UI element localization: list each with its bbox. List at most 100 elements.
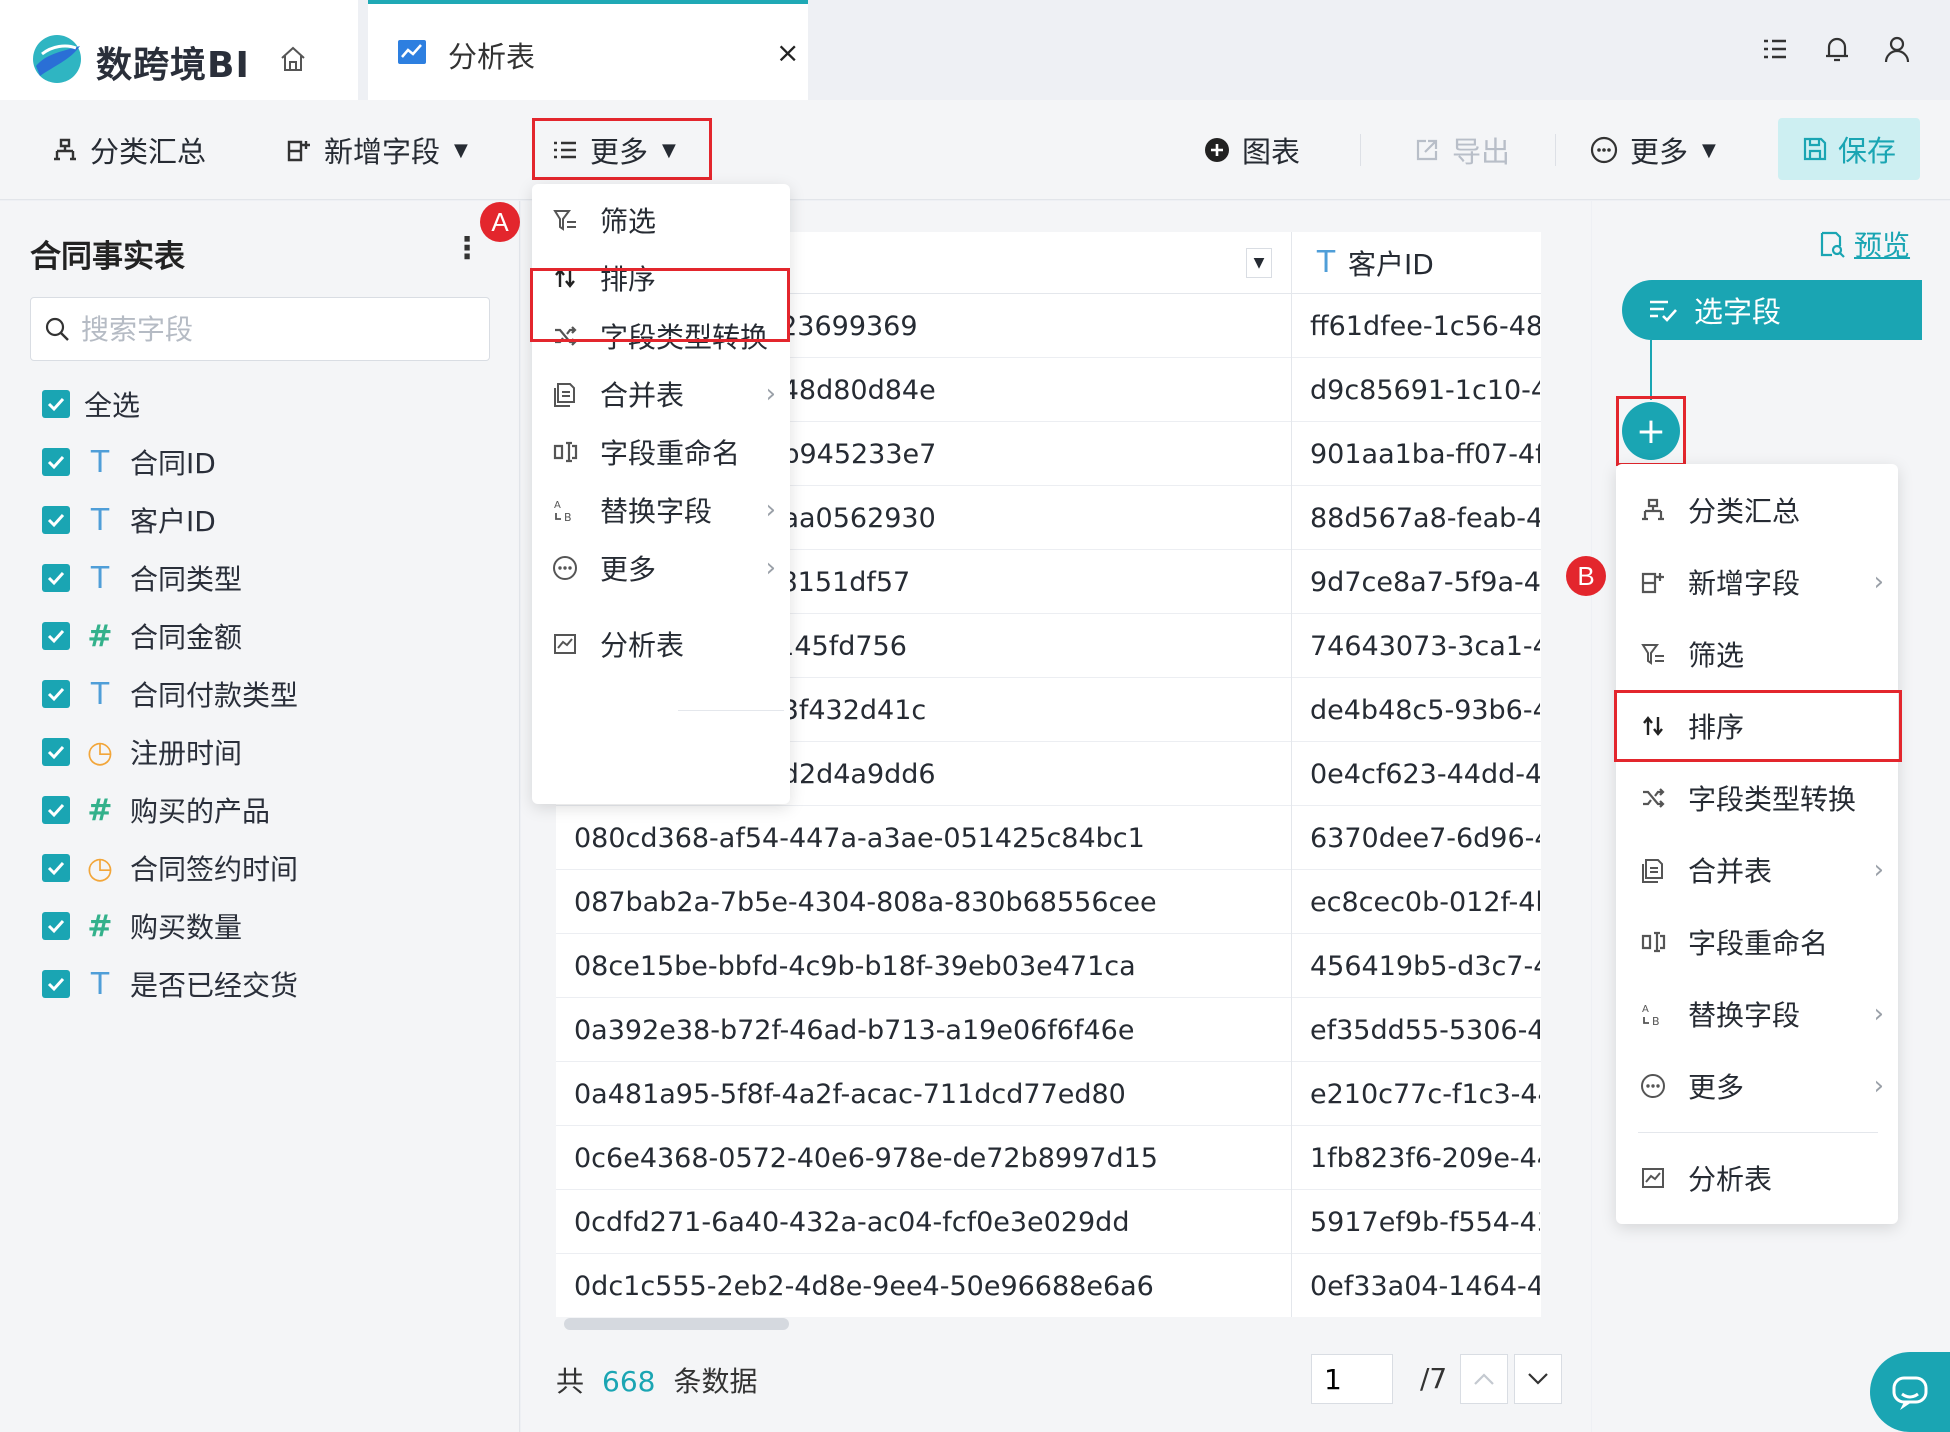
checkbox-checked-icon[interactable]: [42, 854, 70, 882]
page-input[interactable]: [1311, 1354, 1393, 1404]
field-label: 合同金额: [130, 621, 243, 654]
menu-item[interactable]: 分析表: [550, 614, 790, 674]
menu-item[interactable]: 排序: [550, 248, 790, 308]
text-type-icon: T: [1316, 245, 1336, 280]
list-menu-icon: [554, 141, 576, 159]
table-row[interactable]: 080cd368-af54-447a-a3ae-051425c84bc1 6370…: [556, 806, 1541, 870]
field-search[interactable]: [30, 297, 490, 361]
preview-label: 预览: [1854, 229, 1911, 262]
checkbox-checked-icon[interactable]: [42, 390, 70, 418]
table-row[interactable]: 0cdfd271-6a40-432a-ac04-fcf0e3e029dd 5917…: [556, 1190, 1541, 1254]
menu-item-label: 替换字段: [1688, 999, 1801, 1032]
bell-icon[interactable]: [1820, 32, 1854, 66]
checkbox-checked-icon[interactable]: [42, 912, 70, 940]
cell-customer-id: 0e4cf623-44dd-47: [1310, 758, 1540, 790]
checkbox-checked-icon[interactable]: [42, 680, 70, 708]
group-summary-button[interactable]: 分类汇总: [52, 122, 206, 178]
field-item[interactable]: ◷ 注册时间: [42, 732, 242, 772]
menu-item-label: 字段类型转换: [600, 321, 769, 354]
table-row[interactable]: 0dc1c555-2eb2-4d8e-9ee4-50e96688e6a6 0ef3…: [556, 1254, 1541, 1317]
save-label: 保存: [1837, 134, 1896, 168]
menu-divider: [1638, 1132, 1878, 1133]
replace-field-icon: AB: [1642, 1004, 1660, 1027]
menu-item[interactable]: 新增字段 ›: [1638, 552, 1898, 612]
checkbox-checked-icon[interactable]: [42, 448, 70, 476]
field-item[interactable]: T 客户ID: [42, 500, 216, 540]
field-label: 合同签约时间: [130, 853, 299, 886]
field-label: 客户ID: [130, 505, 216, 538]
sort-icon: [1643, 716, 1663, 736]
sort-icon: [555, 268, 575, 288]
field-item[interactable]: # 购买的产品: [42, 790, 270, 830]
checkbox-checked-icon[interactable]: [42, 564, 70, 592]
menu-item[interactable]: 筛选: [550, 190, 790, 250]
user-icon[interactable]: [1880, 32, 1914, 66]
more-button-left[interactable]: 更多 ▼: [552, 122, 676, 178]
tab-analysis-sheet[interactable]: 分析表 ×: [368, 0, 808, 100]
home-icon[interactable]: [278, 44, 308, 74]
table-row[interactable]: 0a481a95-5f8f-4a2f-acac-711dcd77ed80 e210…: [556, 1062, 1541, 1126]
cell-contract-id: 080cd368-af54-447a-a3ae-051425c84bc1: [574, 822, 1145, 854]
field-item[interactable]: T 是否已经交货: [42, 964, 298, 1004]
field-item[interactable]: T 合同类型: [42, 558, 242, 598]
next-page-button[interactable]: [1514, 1354, 1562, 1404]
prev-page-button[interactable]: [1460, 1354, 1508, 1404]
menu-item[interactable]: 字段重命名: [1638, 912, 1898, 972]
add-step-button[interactable]: +: [1622, 402, 1680, 460]
horizontal-scrollbar[interactable]: [564, 1318, 789, 1330]
menu-item[interactable]: 排序: [1638, 696, 1898, 756]
select-field-node[interactable]: 选字段: [1622, 280, 1922, 340]
checkbox-checked-icon[interactable]: [42, 796, 70, 824]
chevron-right-icon: ›: [765, 495, 776, 525]
column-divider: [1291, 232, 1292, 1317]
field-item[interactable]: ◷ 合同签约时间: [42, 848, 298, 888]
menu-item[interactable]: 更多 ›: [550, 538, 790, 598]
field-label: 购买的产品: [130, 795, 271, 828]
select-all-checkbox[interactable]: 全选: [42, 384, 140, 424]
field-item[interactable]: T 合同ID: [42, 442, 216, 482]
field-label: 合同ID: [130, 447, 216, 480]
menu-item[interactable]: A B 替换字段 ›: [550, 480, 790, 540]
close-icon[interactable]: ×: [776, 36, 799, 69]
list-icon[interactable]: [1758, 32, 1792, 66]
group-summary-icon: [1642, 498, 1664, 521]
menu-item[interactable]: 分类汇总: [1638, 480, 1898, 540]
menu-item[interactable]: 字段类型转换: [1638, 768, 1898, 828]
cell-customer-id: 6370dee7-6d96-4f: [1310, 822, 1540, 854]
menu-item[interactable]: 分析表: [1638, 1148, 1898, 1208]
menu-item-label: 分析表: [1688, 1163, 1773, 1196]
chat-support-button[interactable]: [1870, 1352, 1950, 1432]
preview-link[interactable]: 预览: [1818, 224, 1910, 264]
menu-item[interactable]: 字段重命名: [550, 422, 790, 482]
table-row[interactable]: 0c6e4368-0572-40e6-978e-de72b8997d15 1fb8…: [556, 1126, 1541, 1190]
checkbox-checked-icon[interactable]: [42, 738, 70, 766]
export-button[interactable]: 导出: [1414, 122, 1510, 178]
column-menu-icon[interactable]: ▼: [1246, 248, 1272, 278]
count-prefix: 共: [556, 1365, 585, 1398]
checkbox-checked-icon[interactable]: [42, 970, 70, 998]
table-row[interactable]: 0a392e38-b72f-46ad-b713-a19e06f6f46e ef35…: [556, 998, 1541, 1062]
search-input[interactable]: [81, 312, 471, 346]
menu-item-label: 筛选: [600, 205, 657, 238]
menu-item[interactable]: 合并表 ›: [550, 364, 790, 424]
table-row[interactable]: 087bab2a-7b5e-4304-808a-830b68556cee ec8c…: [556, 870, 1541, 934]
field-item[interactable]: # 合同金额: [42, 616, 242, 656]
menu-item[interactable]: 字段类型转换: [550, 306, 790, 366]
table-row[interactable]: 08ce15be-bbfd-4c9b-b18f-39eb03e471ca 4564…: [556, 934, 1541, 998]
menu-item-label: 更多: [1688, 1071, 1745, 1104]
more-button-right[interactable]: 更多 ▼: [1590, 122, 1716, 178]
add-field-button[interactable]: 新增字段 ▼: [286, 122, 468, 178]
menu-item[interactable]: A B 替换字段 ›: [1638, 984, 1898, 1044]
save-button[interactable]: 保存: [1778, 118, 1920, 180]
checkbox-checked-icon[interactable]: [42, 622, 70, 650]
column-header-2[interactable]: T 客户ID: [1292, 232, 1541, 294]
field-item[interactable]: # 购买数量: [42, 906, 242, 946]
chart-button[interactable]: 图表: [1204, 122, 1300, 178]
menu-item[interactable]: 更多 ›: [1638, 1056, 1898, 1116]
menu-item[interactable]: 合并表 ›: [1638, 840, 1898, 900]
checkbox-checked-icon[interactable]: [42, 506, 70, 534]
menu-item[interactable]: 筛选: [1638, 624, 1898, 684]
convert-type-icon: [1643, 788, 1665, 808]
field-item[interactable]: T 合同付款类型: [42, 674, 298, 714]
more-options-icon[interactable]: ⋮: [452, 231, 482, 266]
